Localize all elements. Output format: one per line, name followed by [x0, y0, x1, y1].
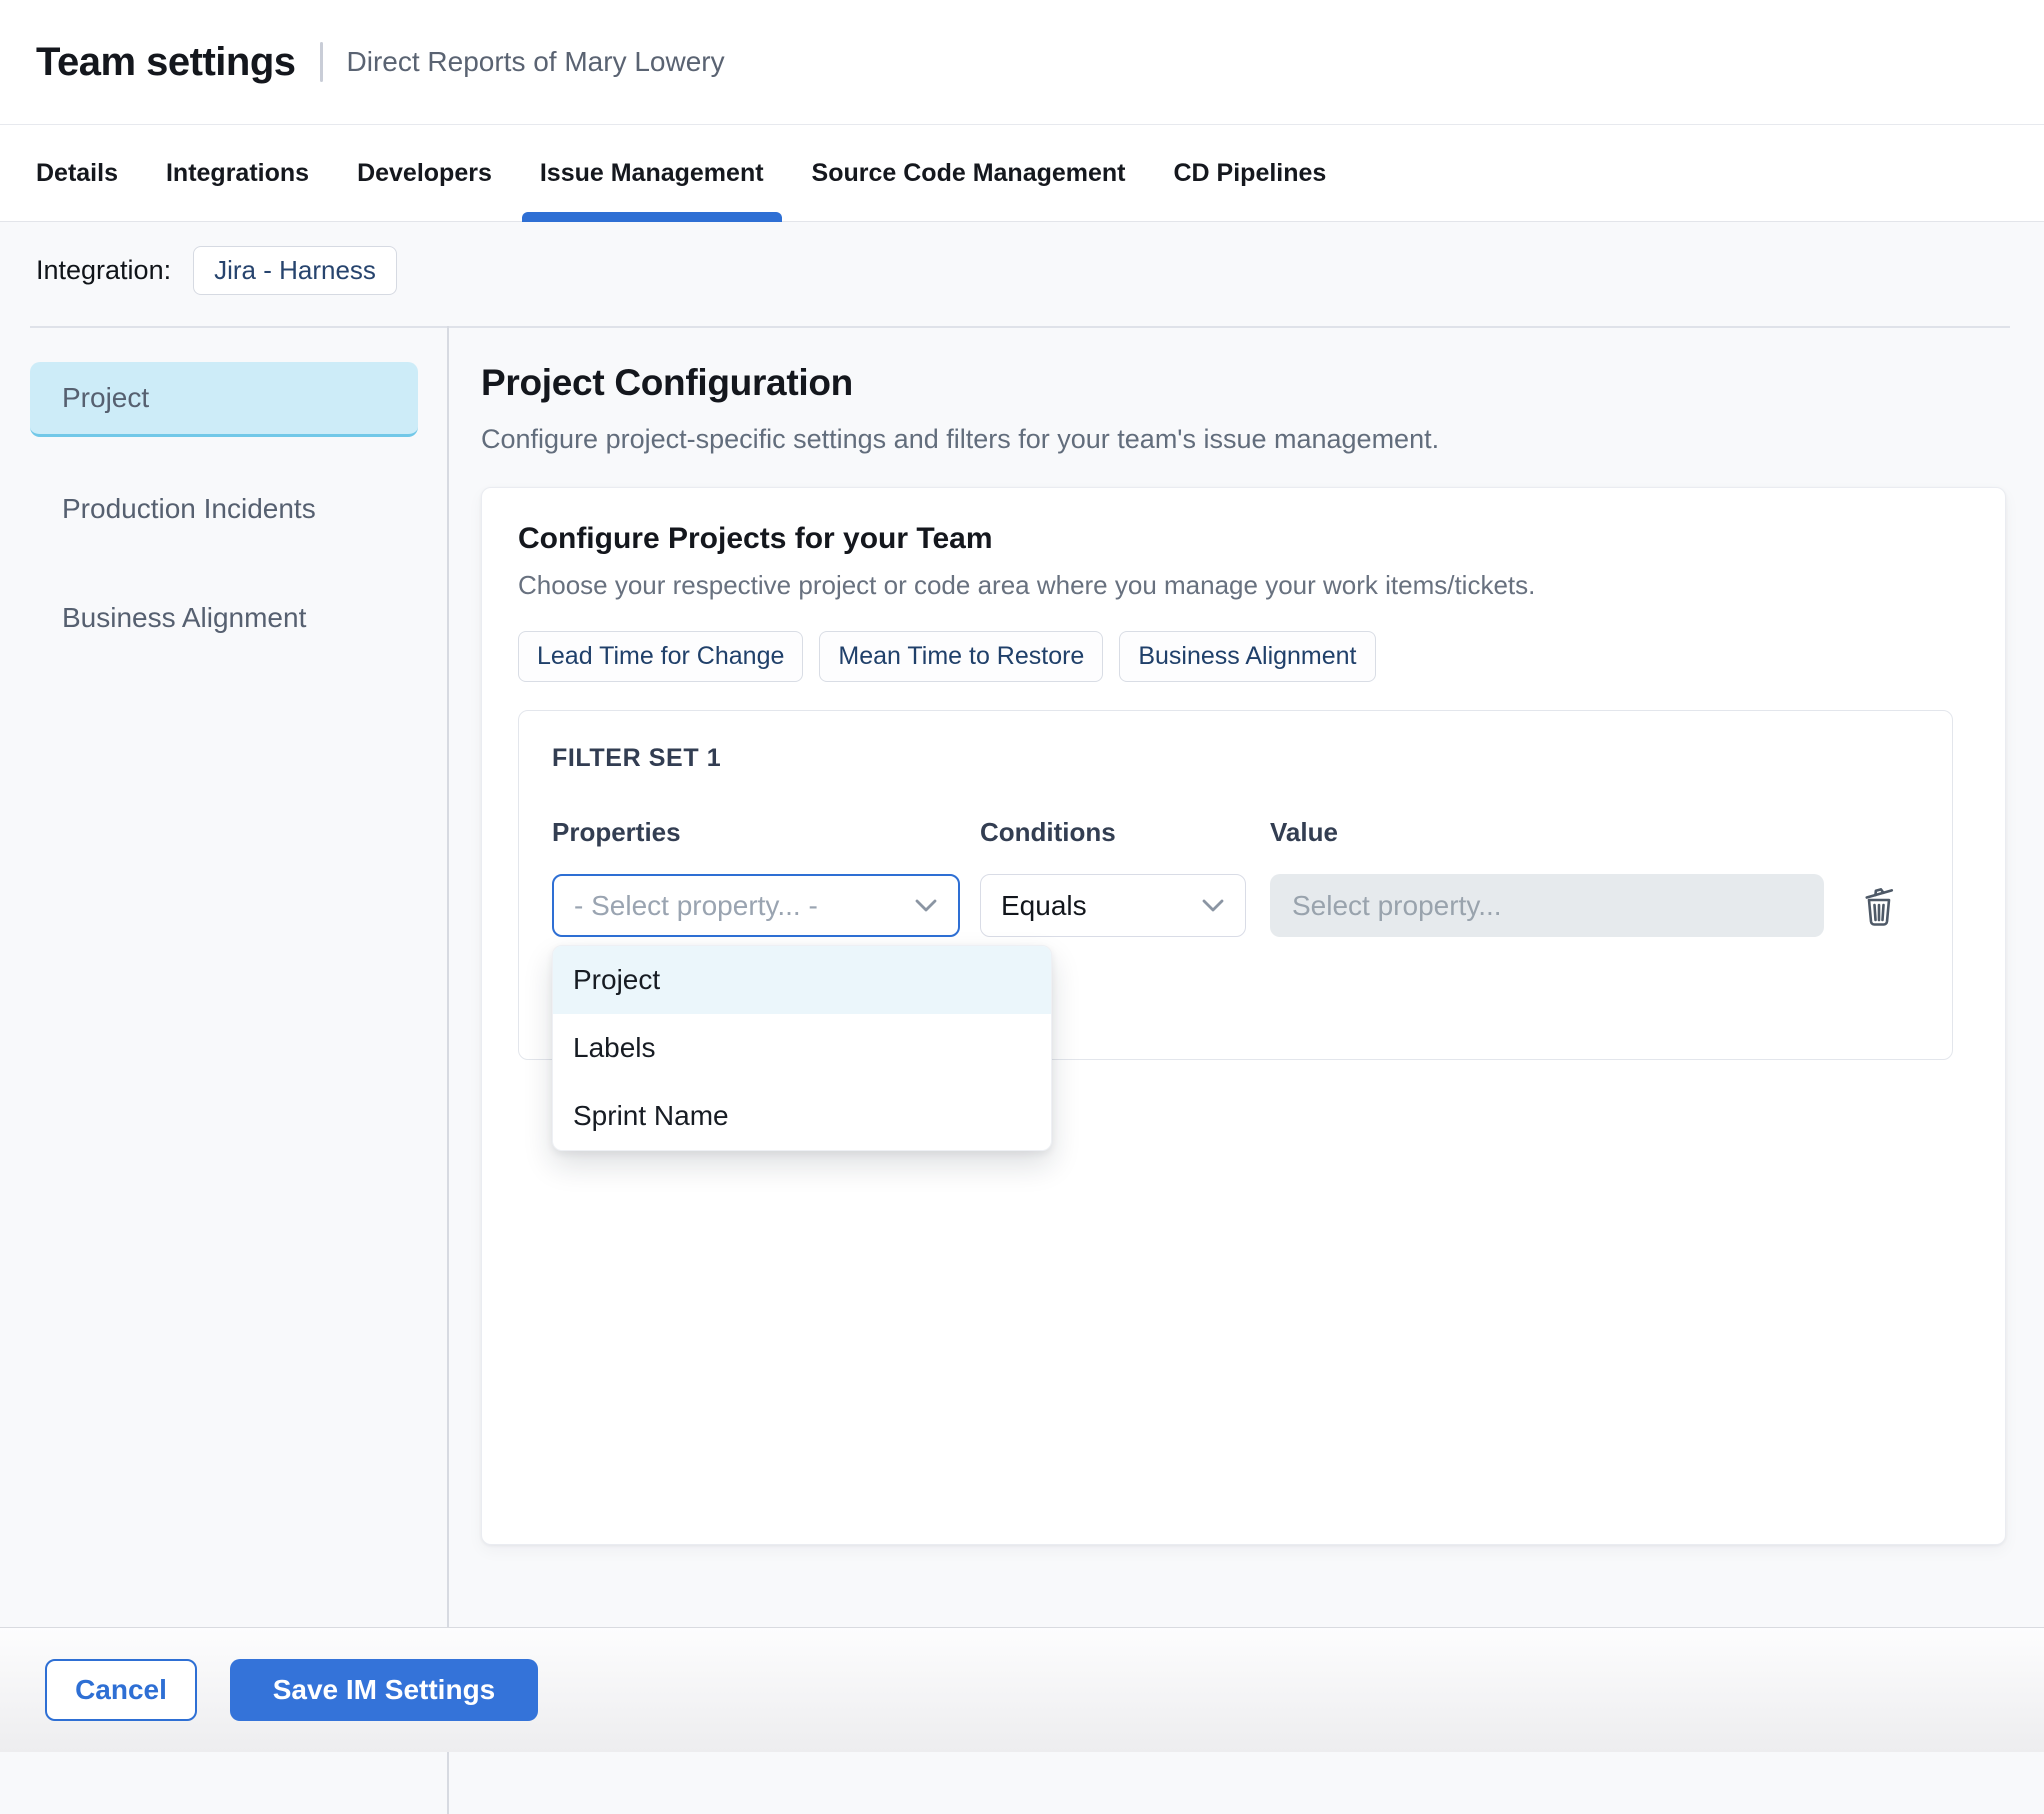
tab-issue-management[interactable]: Issue Management — [521, 125, 782, 222]
integration-label: Integration: — [36, 255, 172, 285]
filter-row: - Select property... - Project Labels Sp… — [552, 874, 1922, 1151]
sidebar-item-production-incidents[interactable]: Production Incidents — [30, 471, 418, 546]
metric-chips: Lead Time for Change Mean Time to Restor… — [518, 631, 1953, 682]
tab-details[interactable]: Details — [18, 125, 136, 221]
property-select-wrapper: - Select property... - Project Labels Sp… — [552, 874, 1052, 1151]
sidebar-item-project[interactable]: Project — [30, 362, 418, 437]
integration-chip[interactable]: Jira - Harness — [193, 246, 397, 295]
dropdown-option-sprint-name[interactable]: Sprint Name — [553, 1082, 1051, 1150]
property-select-value: - Select property... - — [574, 889, 818, 921]
delete-filter-button[interactable] — [1858, 882, 1900, 930]
chevron-down-icon — [1202, 899, 1224, 911]
card-subtitle: Choose your respective project or code a… — [518, 570, 1536, 600]
integration-row: Integration: Jira - Harness — [36, 246, 397, 295]
save-im-settings-button[interactable]: Save IM Settings — [230, 1659, 538, 1721]
title-separator — [319, 42, 323, 82]
chip-lead-time-for-change[interactable]: Lead Time for Change — [518, 631, 804, 682]
tab-developers[interactable]: Developers — [339, 125, 510, 221]
sidebar: Project Production Incidents Business Al… — [30, 362, 418, 655]
tab-bar: Details Integrations Developers Issue Ma… — [0, 125, 2044, 222]
column-header-conditions: Conditions — [980, 817, 1116, 847]
chip-mean-time-to-restore[interactable]: Mean Time to Restore — [819, 631, 1104, 682]
tab-source-code-management[interactable]: Source Code Management — [794, 125, 1144, 221]
value-input[interactable] — [1270, 874, 1824, 937]
property-select[interactable]: - Select property... - — [552, 874, 960, 937]
filter-column-headers: Properties Conditions Value — [552, 817, 1922, 848]
content-area: Integration: Jira - Harness Project Prod… — [0, 222, 2044, 1814]
tab-integrations[interactable]: Integrations — [148, 125, 327, 221]
condition-select[interactable]: Equals — [980, 874, 1246, 937]
chip-business-alignment[interactable]: Business Alignment — [1119, 631, 1376, 682]
filter-set-title: FILTER SET 1 — [552, 744, 722, 772]
trash-icon — [1865, 887, 1894, 926]
section-description: Configure project-specific settings and … — [481, 424, 1440, 454]
page-subtitle: Direct Reports of Mary Lowery — [346, 46, 725, 77]
column-header-value: Value — [1270, 817, 1338, 847]
section-heading: Project Configuration — [481, 362, 853, 403]
cancel-button[interactable]: Cancel — [45, 1659, 197, 1721]
chevron-down-icon — [915, 899, 937, 911]
main-panel: Project Configuration Configure project-… — [481, 222, 2021, 1545]
filter-set-1: FILTER SET 1 Properties Conditions Value… — [518, 710, 1953, 1151]
footer-action-bar: Cancel Save IM Settings — [0, 1627, 2044, 1752]
tab-cd-pipelines[interactable]: CD Pipelines — [1156, 125, 1345, 221]
column-header-properties: Properties — [552, 817, 681, 847]
dropdown-option-project[interactable]: Project — [553, 946, 1051, 1014]
configure-projects-card: Configure Projects for your Team Choose … — [481, 487, 2006, 1545]
page-title: Team settings — [36, 39, 296, 84]
dropdown-option-labels[interactable]: Labels — [553, 1014, 1051, 1082]
card-title: Configure Projects for your Team — [518, 522, 993, 555]
top-bar: Team settings Direct Reports of Mary Low… — [0, 0, 2044, 125]
sidebar-divider — [447, 326, 449, 1814]
sidebar-item-business-alignment[interactable]: Business Alignment — [30, 580, 418, 655]
property-dropdown-menu: Project Labels Sprint Name — [552, 945, 1052, 1151]
condition-select-value: Equals — [1001, 889, 1087, 921]
